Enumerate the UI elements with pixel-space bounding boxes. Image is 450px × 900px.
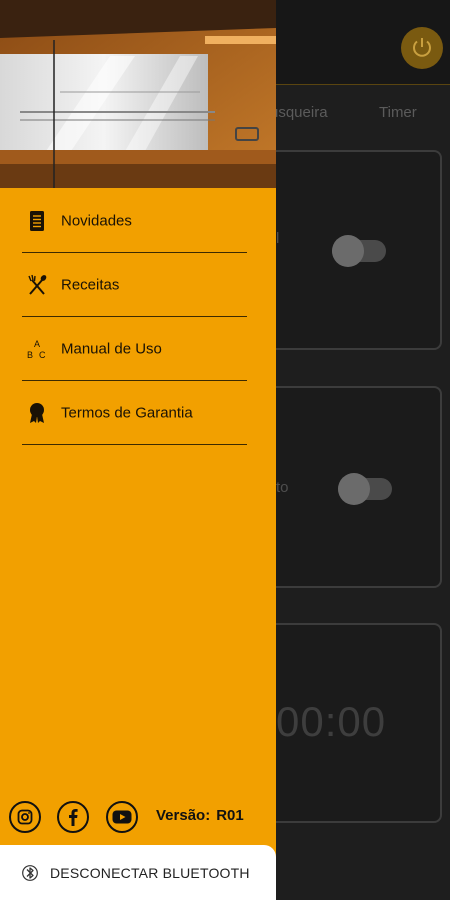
- menu-item-novidades[interactable]: Novidades: [22, 190, 247, 253]
- facebook-icon: [69, 809, 78, 826]
- tab-churrasqueira[interactable]: usqueira: [270, 104, 328, 121]
- disconnect-bluetooth-button[interactable]: DESCONECTAR BLUETOOTH: [0, 845, 276, 900]
- award-ribbon-icon: [26, 402, 48, 424]
- card2-label-fragment: to: [276, 479, 289, 496]
- svg-text:A: A: [34, 339, 40, 349]
- instagram-button[interactable]: [9, 801, 41, 833]
- news-icon: [26, 210, 48, 232]
- menu-item-label: Termos de Garantia: [61, 404, 193, 422]
- version-value: R01: [216, 807, 244, 824]
- menu-item-termos-de-garantia[interactable]: Termos de Garantia: [22, 382, 247, 445]
- power-icon: [413, 38, 431, 57]
- menu-item-receitas[interactable]: Receitas: [22, 254, 247, 317]
- app-version: Versão: R01: [156, 807, 250, 824]
- disconnect-bluetooth-label: DESCONECTAR BLUETOOTH: [50, 864, 250, 881]
- toggle-switch-1[interactable]: [332, 235, 386, 267]
- timer-display: 00:00: [276, 698, 387, 745]
- tab-timer[interactable]: Timer: [379, 104, 417, 121]
- fork-spoon-icon: [26, 274, 48, 296]
- drawer-header-image: [0, 0, 276, 188]
- menu-item-manual-de-uso[interactable]: A B C Manual de Uso: [22, 318, 247, 381]
- bluetooth-icon: [22, 864, 38, 881]
- navigation-drawer: Novidades Receitas A B C Manual de Uso T…: [0, 0, 276, 900]
- instagram-icon: [17, 809, 33, 825]
- power-button[interactable]: [401, 27, 443, 69]
- menu-item-label: Novidades: [61, 212, 132, 230]
- youtube-button[interactable]: [106, 801, 138, 833]
- facebook-button[interactable]: [57, 801, 89, 833]
- abc-icon: A B C: [26, 338, 48, 360]
- menu-item-label: Receitas: [61, 276, 120, 294]
- card1-label-fragment: l: [276, 230, 280, 247]
- menu-item-label: Manual de Uso: [61, 340, 162, 358]
- svg-text:C: C: [39, 350, 46, 360]
- youtube-icon: [112, 810, 132, 824]
- control-card-1: [258, 150, 442, 350]
- toggle-switch-2[interactable]: [338, 473, 392, 505]
- svg-text:B: B: [27, 350, 33, 360]
- version-label: Versão:: [156, 807, 211, 824]
